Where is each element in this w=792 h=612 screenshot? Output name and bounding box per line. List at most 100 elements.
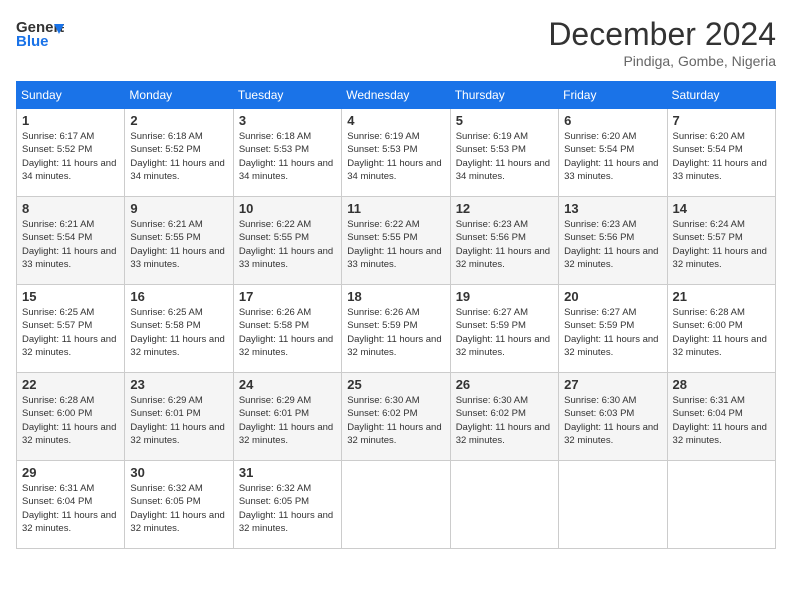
daylight-hours: Daylight: 11 hours and 33 minutes.: [130, 246, 224, 270]
sunrise-time: Sunrise: 6:21 AM: [22, 219, 94, 230]
location-subtitle: Pindiga, Gombe, Nigeria: [548, 53, 776, 69]
calendar-cell: 23 Sunrise: 6:29 AM Sunset: 6:01 PM Dayl…: [125, 373, 233, 461]
sunset-time: Sunset: 5:54 PM: [673, 144, 743, 155]
day-number: 11: [347, 201, 444, 216]
day-info: Sunrise: 6:22 AM Sunset: 5:55 PM Dayligh…: [239, 218, 336, 271]
daylight-hours: Daylight: 11 hours and 34 minutes.: [130, 158, 224, 182]
day-info: Sunrise: 6:25 AM Sunset: 5:58 PM Dayligh…: [130, 306, 227, 359]
calendar-cell: 31 Sunrise: 6:32 AM Sunset: 6:05 PM Dayl…: [233, 461, 341, 549]
calendar-cell: [342, 461, 450, 549]
day-number: 29: [22, 465, 119, 480]
day-number: 30: [130, 465, 227, 480]
day-info: Sunrise: 6:28 AM Sunset: 6:00 PM Dayligh…: [673, 306, 770, 359]
calendar-cell: 22 Sunrise: 6:28 AM Sunset: 6:00 PM Dayl…: [17, 373, 125, 461]
sunrise-time: Sunrise: 6:23 AM: [456, 219, 528, 230]
sunset-time: Sunset: 6:05 PM: [130, 496, 200, 507]
calendar-cell: 16 Sunrise: 6:25 AM Sunset: 5:58 PM Dayl…: [125, 285, 233, 373]
sunset-time: Sunset: 6:02 PM: [347, 408, 417, 419]
calendar-row: 22 Sunrise: 6:28 AM Sunset: 6:00 PM Dayl…: [17, 373, 776, 461]
sunrise-time: Sunrise: 6:17 AM: [22, 131, 94, 142]
calendar-cell: 21 Sunrise: 6:28 AM Sunset: 6:00 PM Dayl…: [667, 285, 775, 373]
day-number: 8: [22, 201, 119, 216]
day-number: 7: [673, 113, 770, 128]
day-number: 17: [239, 289, 336, 304]
day-info: Sunrise: 6:21 AM Sunset: 5:55 PM Dayligh…: [130, 218, 227, 271]
day-number: 26: [456, 377, 553, 392]
calendar-cell: [450, 461, 558, 549]
sunrise-time: Sunrise: 6:26 AM: [347, 307, 419, 318]
calendar-cell: 27 Sunrise: 6:30 AM Sunset: 6:03 PM Dayl…: [559, 373, 667, 461]
calendar-table: Sunday Monday Tuesday Wednesday Thursday…: [16, 81, 776, 549]
sunrise-time: Sunrise: 6:24 AM: [673, 219, 745, 230]
day-info: Sunrise: 6:23 AM Sunset: 5:56 PM Dayligh…: [564, 218, 661, 271]
day-number: 25: [347, 377, 444, 392]
sunrise-time: Sunrise: 6:30 AM: [456, 395, 528, 406]
day-info: Sunrise: 6:20 AM Sunset: 5:54 PM Dayligh…: [673, 130, 770, 183]
day-info: Sunrise: 6:21 AM Sunset: 5:54 PM Dayligh…: [22, 218, 119, 271]
daylight-hours: Daylight: 11 hours and 34 minutes.: [456, 158, 550, 182]
sunset-time: Sunset: 6:03 PM: [564, 408, 634, 419]
sunset-time: Sunset: 5:57 PM: [673, 232, 743, 243]
daylight-hours: Daylight: 11 hours and 32 minutes.: [347, 334, 441, 358]
sunrise-time: Sunrise: 6:26 AM: [239, 307, 311, 318]
daylight-hours: Daylight: 11 hours and 32 minutes.: [22, 510, 116, 534]
daylight-hours: Daylight: 11 hours and 33 minutes.: [347, 246, 441, 270]
day-number: 6: [564, 113, 661, 128]
daylight-hours: Daylight: 11 hours and 32 minutes.: [564, 422, 658, 446]
day-info: Sunrise: 6:32 AM Sunset: 6:05 PM Dayligh…: [130, 482, 227, 535]
daylight-hours: Daylight: 11 hours and 34 minutes.: [22, 158, 116, 182]
sunrise-time: Sunrise: 6:20 AM: [673, 131, 745, 142]
calendar-cell: 9 Sunrise: 6:21 AM Sunset: 5:55 PM Dayli…: [125, 197, 233, 285]
day-number: 23: [130, 377, 227, 392]
day-info: Sunrise: 6:32 AM Sunset: 6:05 PM Dayligh…: [239, 482, 336, 535]
page-header: General Blue December 2024 Pindiga, Gomb…: [16, 16, 776, 69]
sunset-time: Sunset: 5:55 PM: [347, 232, 417, 243]
day-number: 21: [673, 289, 770, 304]
sunrise-time: Sunrise: 6:32 AM: [130, 483, 202, 494]
daylight-hours: Daylight: 11 hours and 32 minutes.: [239, 334, 333, 358]
sunset-time: Sunset: 5:59 PM: [456, 320, 526, 331]
day-number: 12: [456, 201, 553, 216]
calendar-cell: 10 Sunrise: 6:22 AM Sunset: 5:55 PM Dayl…: [233, 197, 341, 285]
sunset-time: Sunset: 6:04 PM: [22, 496, 92, 507]
day-info: Sunrise: 6:27 AM Sunset: 5:59 PM Dayligh…: [456, 306, 553, 359]
sunrise-time: Sunrise: 6:30 AM: [347, 395, 419, 406]
daylight-hours: Daylight: 11 hours and 32 minutes.: [347, 422, 441, 446]
sunrise-time: Sunrise: 6:21 AM: [130, 219, 202, 230]
day-info: Sunrise: 6:29 AM Sunset: 6:01 PM Dayligh…: [130, 394, 227, 447]
sunset-time: Sunset: 6:00 PM: [673, 320, 743, 331]
day-info: Sunrise: 6:25 AM Sunset: 5:57 PM Dayligh…: [22, 306, 119, 359]
col-sunday: Sunday: [17, 82, 125, 109]
daylight-hours: Daylight: 11 hours and 32 minutes.: [130, 334, 224, 358]
daylight-hours: Daylight: 11 hours and 33 minutes.: [673, 158, 767, 182]
day-info: Sunrise: 6:18 AM Sunset: 5:53 PM Dayligh…: [239, 130, 336, 183]
calendar-cell: 8 Sunrise: 6:21 AM Sunset: 5:54 PM Dayli…: [17, 197, 125, 285]
sunset-time: Sunset: 5:52 PM: [22, 144, 92, 155]
day-info: Sunrise: 6:27 AM Sunset: 5:59 PM Dayligh…: [564, 306, 661, 359]
sunrise-time: Sunrise: 6:31 AM: [22, 483, 94, 494]
sunset-time: Sunset: 5:58 PM: [239, 320, 309, 331]
calendar-row: 29 Sunrise: 6:31 AM Sunset: 6:04 PM Dayl…: [17, 461, 776, 549]
month-title: December 2024: [548, 16, 776, 53]
day-info: Sunrise: 6:30 AM Sunset: 6:02 PM Dayligh…: [456, 394, 553, 447]
calendar-cell: [559, 461, 667, 549]
sunset-time: Sunset: 5:56 PM: [456, 232, 526, 243]
calendar-cell: 25 Sunrise: 6:30 AM Sunset: 6:02 PM Dayl…: [342, 373, 450, 461]
sunset-time: Sunset: 5:53 PM: [347, 144, 417, 155]
day-info: Sunrise: 6:19 AM Sunset: 5:53 PM Dayligh…: [456, 130, 553, 183]
day-number: 16: [130, 289, 227, 304]
day-number: 10: [239, 201, 336, 216]
sunrise-time: Sunrise: 6:18 AM: [239, 131, 311, 142]
day-number: 1: [22, 113, 119, 128]
sunrise-time: Sunrise: 6:19 AM: [347, 131, 419, 142]
col-saturday: Saturday: [667, 82, 775, 109]
calendar-cell: [667, 461, 775, 549]
logo-icon: General Blue: [16, 16, 64, 52]
day-info: Sunrise: 6:29 AM Sunset: 6:01 PM Dayligh…: [239, 394, 336, 447]
sunset-time: Sunset: 5:53 PM: [456, 144, 526, 155]
sunset-time: Sunset: 6:02 PM: [456, 408, 526, 419]
title-block: December 2024 Pindiga, Gombe, Nigeria: [548, 16, 776, 69]
sunrise-time: Sunrise: 6:27 AM: [456, 307, 528, 318]
sunset-time: Sunset: 6:04 PM: [673, 408, 743, 419]
logo: General Blue: [16, 16, 64, 52]
